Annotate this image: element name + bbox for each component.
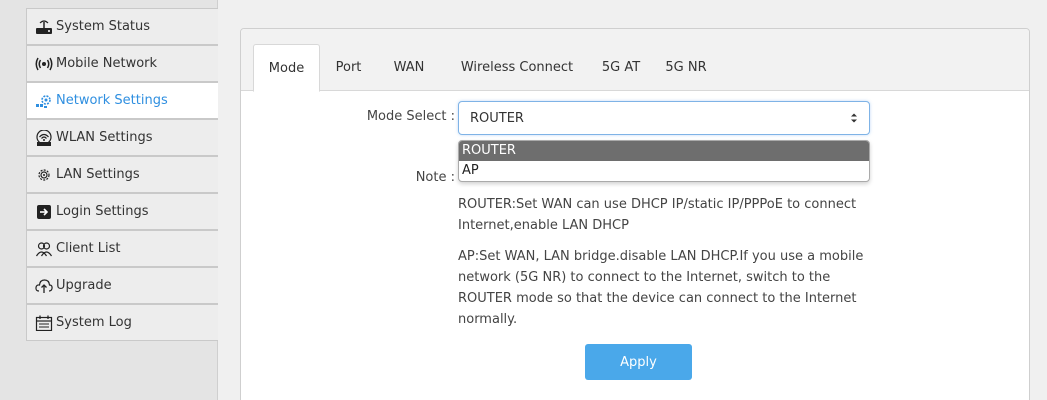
sidebar: System Status Mobile Network Network Set… [0, 0, 218, 400]
sidebar-item-network-settings[interactable]: Network Settings [26, 82, 218, 119]
calendar-log-icon [34, 314, 54, 332]
sidebar-item-label: Client List [56, 241, 121, 256]
sidebar-item-client-list[interactable]: Client List [26, 230, 218, 267]
sidebar-item-system-log[interactable]: System Log [26, 304, 218, 341]
sidebar-item-label: Mobile Network [56, 56, 158, 71]
sidebar-item-label: WLAN Settings [56, 130, 153, 145]
select-arrows-icon [849, 111, 859, 125]
upload-cloud-icon [34, 277, 54, 295]
tab-bar: Mode Port WAN Wireless Connect 5G AT 5G … [241, 29, 1029, 92]
login-icon [34, 203, 54, 221]
note-ap: AP:Set WAN, LAN bridge.disable LAN DHCP.… [458, 249, 864, 327]
tab-wan[interactable]: WAN [389, 44, 429, 91]
gear-icon [34, 166, 54, 184]
mode-select-dropdown: ROUTER AP [458, 140, 870, 182]
users-icon [34, 240, 54, 258]
sidebar-item-mobile-network[interactable]: Mobile Network [26, 45, 218, 82]
sidebar-item-label: System Status [56, 19, 151, 34]
sidebar-item-wlan-settings[interactable]: WLAN Settings [26, 119, 218, 156]
tab-port[interactable]: Port [328, 44, 369, 91]
main-panel: Mode Port WAN Wireless Connect 5G AT 5G … [240, 28, 1030, 400]
network-settings-icon [34, 92, 54, 110]
apply-button[interactable]: Apply [585, 344, 692, 380]
sidebar-item-label: Network Settings [56, 93, 168, 108]
router-icon [34, 18, 54, 36]
mode-select-value: ROUTER [470, 110, 524, 126]
sidebar-item-label: LAN Settings [56, 167, 140, 182]
tab-5g-nr[interactable]: 5G NR [660, 44, 712, 91]
sidebar-item-lan-settings[interactable]: LAN Settings [26, 156, 218, 193]
sidebar-item-upgrade[interactable]: Upgrade [26, 267, 218, 304]
sidebar-item-label: System Log [56, 315, 132, 330]
sidebar-item-system-status[interactable]: System Status [26, 8, 218, 45]
mode-option-router[interactable]: ROUTER [459, 141, 869, 161]
tab-5g-at[interactable]: 5G AT [598, 44, 644, 91]
signal-icon [34, 55, 54, 73]
sidebar-item-login-settings[interactable]: Login Settings [26, 193, 218, 230]
mode-select[interactable]: ROUTER [458, 101, 870, 135]
mode-select-label: Mode Select : [366, 109, 455, 124]
note-label: Note : [415, 170, 455, 185]
tab-mode[interactable]: Mode [253, 44, 320, 92]
mode-option-ap[interactable]: AP [459, 161, 869, 181]
note-router: ROUTER:Set WAN can use DHCP IP/static IP… [458, 197, 857, 233]
wifi-icon [34, 129, 54, 147]
sidebar-item-label: Upgrade [56, 278, 112, 293]
sidebar-item-label: Login Settings [56, 204, 149, 219]
tab-wireless-connect[interactable]: Wireless Connect [452, 44, 582, 91]
